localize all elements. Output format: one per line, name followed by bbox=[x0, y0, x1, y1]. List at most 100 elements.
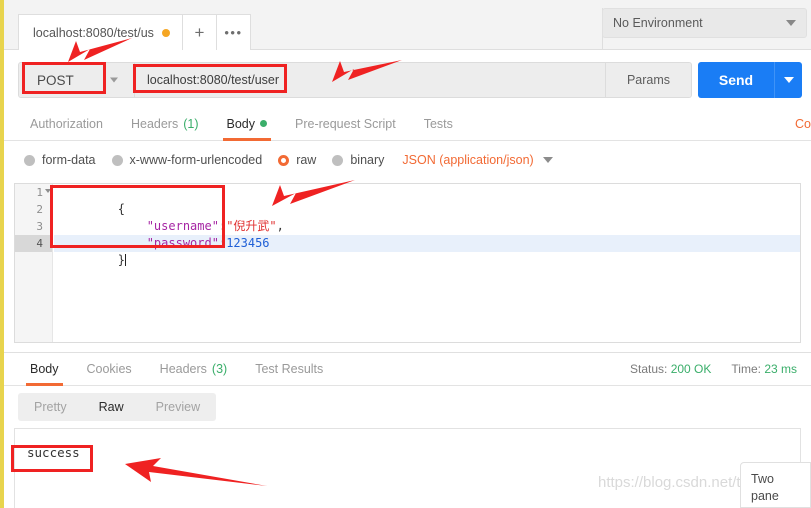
new-tab-button[interactable]: + bbox=[182, 14, 217, 50]
tab-body[interactable]: Body bbox=[213, 107, 282, 141]
gutter-line: 3 bbox=[15, 218, 52, 235]
response-meta: Status: 200 OK Time: 23 ms bbox=[630, 362, 797, 376]
tab-label: Headers bbox=[130, 116, 179, 131]
chevron-down-icon bbox=[783, 77, 794, 83]
status-badge: Status: 200 OK bbox=[630, 362, 711, 376]
left-accent-strip bbox=[0, 0, 4, 508]
plus-icon: + bbox=[194, 22, 205, 42]
method-label: POST bbox=[37, 72, 74, 88]
tab-label: Test Results bbox=[255, 361, 324, 376]
url-value: localhost:8080/test/user bbox=[147, 73, 280, 87]
response-body-text: success bbox=[27, 445, 80, 460]
two-pane-tooltip[interactable]: Two pane bbox=[740, 462, 811, 508]
unsaved-dot-icon bbox=[161, 28, 170, 37]
params-label: Params bbox=[626, 73, 671, 87]
view-mode-preview[interactable]: Preview bbox=[140, 393, 216, 421]
body-type-label: x-www-form-urlencoded bbox=[129, 153, 263, 167]
environment-value: No Environment bbox=[613, 16, 703, 30]
response-section-tabs: Body Cookies Headers (3) Test Results St… bbox=[4, 353, 811, 386]
annotation-arrow-method bbox=[68, 38, 132, 62]
environment-select[interactable]: No Environment bbox=[602, 8, 807, 38]
gutter-line: 1 bbox=[15, 184, 52, 201]
chevron-down-icon bbox=[110, 77, 118, 83]
editor-code-area[interactable]: { "username":"倪升武", "password":123456 } bbox=[54, 184, 800, 342]
body-filled-dot-icon bbox=[260, 120, 267, 127]
radio-selected-icon bbox=[278, 154, 290, 166]
view-mode-label: Preview bbox=[155, 400, 201, 414]
response-tab-headers[interactable]: Headers (3) bbox=[146, 352, 242, 385]
tab-pre-request-script[interactable]: Pre-request Script bbox=[281, 107, 410, 140]
text-caret bbox=[125, 254, 127, 266]
code-token-brace-open: { bbox=[117, 202, 126, 216]
body-type-binary[interactable]: binary bbox=[332, 153, 384, 167]
tab-label: Headers bbox=[159, 361, 207, 376]
tab-headers[interactable]: Headers (1) bbox=[117, 107, 213, 140]
body-type-form-data[interactable]: form-data bbox=[24, 153, 96, 167]
body-type-urlencoded[interactable]: x-www-form-urlencoded bbox=[111, 153, 263, 167]
response-tab-cookies[interactable]: Cookies bbox=[73, 352, 146, 385]
annotation-arrow-json bbox=[272, 180, 355, 206]
fold-arrow-icon[interactable] bbox=[45, 189, 51, 193]
gutter-line-current: 4 bbox=[15, 235, 52, 252]
view-mode-raw[interactable]: Raw bbox=[83, 393, 140, 421]
body-type-label: raw bbox=[296, 153, 317, 167]
headers-count-badge: (1) bbox=[183, 116, 199, 131]
tab-label: Cookies bbox=[86, 361, 132, 376]
code-link[interactable]: Co bbox=[795, 117, 811, 131]
tab-label: Pre-request Script bbox=[295, 116, 396, 131]
time-value: 23 ms bbox=[764, 362, 797, 376]
send-label: Send bbox=[718, 72, 754, 88]
response-tab-body[interactable]: Body bbox=[16, 352, 73, 386]
params-button[interactable]: Params bbox=[605, 63, 691, 97]
send-options-button[interactable] bbox=[774, 62, 802, 98]
request-body-editor[interactable]: 1 2 3 4 { "username":"倪升武", "password":1… bbox=[14, 183, 801, 343]
response-tab-test-results[interactable]: Test Results bbox=[241, 352, 337, 385]
code-token-string: "倪升武" bbox=[226, 219, 277, 233]
environment-selector-wrap: No Environment bbox=[602, 8, 807, 58]
body-type-raw[interactable]: raw bbox=[278, 153, 316, 167]
send-button[interactable]: Send bbox=[698, 62, 774, 98]
view-mode-group: Pretty Raw Preview bbox=[18, 393, 217, 421]
ellipsis-icon: ••• bbox=[224, 25, 243, 40]
line-number: 1 bbox=[36, 186, 43, 199]
line-number: 4 bbox=[36, 237, 43, 250]
line-number: 2 bbox=[36, 203, 43, 216]
tab-more-button[interactable]: ••• bbox=[216, 14, 251, 50]
radio-icon bbox=[332, 154, 344, 166]
tab-tests[interactable]: Tests bbox=[410, 107, 467, 140]
request-section-tabs: Authorization Headers (1) Body Pre-reque… bbox=[4, 108, 811, 141]
body-type-label: form-data bbox=[42, 153, 96, 167]
view-mode-pretty[interactable]: Pretty bbox=[18, 393, 83, 421]
annotation-arrow-url bbox=[332, 60, 402, 82]
tab-label: Tests bbox=[423, 116, 453, 131]
code-token-comma: , bbox=[276, 219, 284, 233]
response-view-mode-row: Pretty Raw Preview bbox=[4, 386, 811, 428]
code-token-key: "password" bbox=[146, 236, 219, 250]
tab-authorization[interactable]: Authorization bbox=[16, 107, 117, 140]
time-label: Time: bbox=[731, 362, 761, 376]
code-line: "username":"倪升武", bbox=[54, 201, 800, 233]
send-group: Send bbox=[698, 62, 802, 98]
two-pane-line-1: Two bbox=[751, 472, 774, 486]
code-token-key: "username" bbox=[146, 219, 219, 233]
body-type-label: binary bbox=[350, 153, 385, 167]
tab-label: Body bbox=[226, 116, 256, 131]
content-type-select[interactable]: JSON (application/json) bbox=[402, 153, 553, 167]
line-number: 3 bbox=[36, 220, 43, 233]
status-value: 200 OK bbox=[670, 362, 712, 376]
gutter-line: 2 bbox=[15, 201, 52, 218]
time-badge: Time: 23 ms bbox=[731, 362, 797, 376]
body-type-row: form-data x-www-form-urlencoded raw bina… bbox=[4, 141, 811, 179]
code-token-brace-close: } bbox=[117, 253, 126, 267]
editor-gutter: 1 2 3 4 bbox=[15, 184, 53, 342]
view-mode-label: Pretty bbox=[34, 400, 67, 414]
response-headers-count-badge: (3) bbox=[211, 361, 228, 376]
tab-label: Authorization bbox=[30, 116, 103, 131]
tab-label: Body bbox=[30, 361, 59, 376]
view-mode-label: Raw bbox=[98, 400, 124, 414]
radio-icon bbox=[24, 154, 35, 166]
code-line: { bbox=[54, 184, 800, 216]
postman-window: localhost:8080/test/us + ••• No Environm… bbox=[0, 0, 811, 508]
